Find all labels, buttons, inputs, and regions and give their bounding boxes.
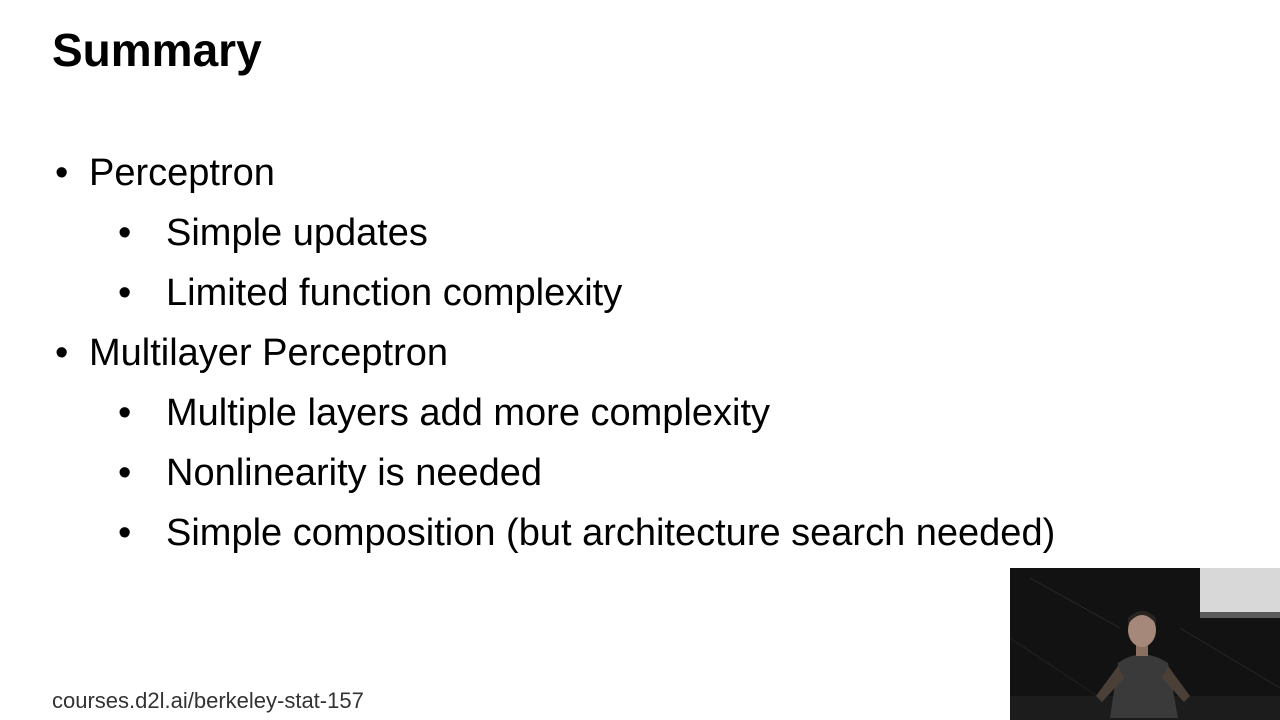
bullet-text: Multilayer Perceptron (89, 332, 449, 374)
bullet-text: Perceptron (89, 152, 275, 194)
bullet-dot-icon: • (118, 392, 132, 434)
bullet-dot-icon: • (55, 332, 69, 374)
bullet-text: Nonlinearity is needed (166, 452, 543, 494)
speaker-video-thumbnail (1010, 568, 1280, 720)
bullet-dot-icon: • (118, 212, 132, 254)
bullet-text: Simple updates (166, 212, 428, 254)
bullet-text: Simple composition (but architecture sea… (166, 512, 1056, 554)
speaker-figure-icon (1010, 568, 1280, 720)
bullet-dot-icon: • (55, 152, 69, 194)
bullet-dot-icon: • (118, 512, 132, 554)
bullet-dot-icon: • (118, 272, 132, 314)
bullet-dot-icon: • (118, 452, 132, 494)
bullet-text: Multiple layers add more complexity (166, 392, 771, 434)
bullet-text: Limited function complexity (166, 272, 623, 314)
slide-title: Summary (52, 24, 262, 76)
footer-url: courses.d2l.ai/berkeley-stat-157 (52, 688, 364, 713)
